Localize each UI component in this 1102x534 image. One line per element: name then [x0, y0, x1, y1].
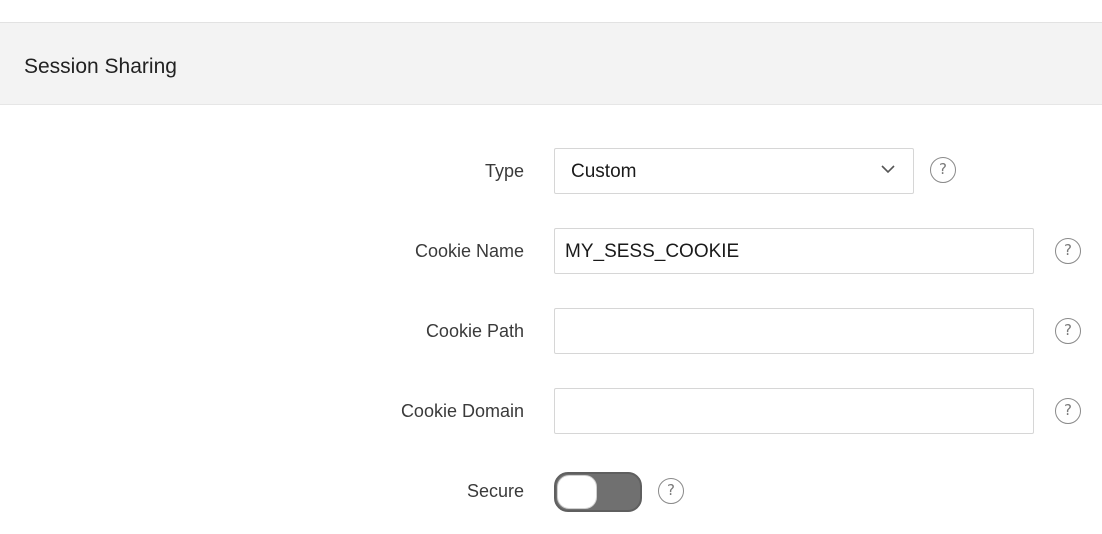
cookie-domain-input[interactable]	[554, 388, 1034, 434]
form-row-type: Type Custom ?	[0, 148, 1102, 196]
secure-toggle[interactable]	[554, 472, 642, 512]
top-divider	[0, 0, 1102, 23]
secure-help-icon[interactable]: ?	[658, 478, 684, 504]
type-select[interactable]: Custom	[554, 148, 914, 194]
cookie-name-label: Cookie Name	[414, 241, 524, 261]
cookie-path-input[interactable]	[554, 308, 1034, 354]
cookie-path-label: Cookie Path	[425, 321, 524, 341]
toggle-knob	[557, 475, 597, 509]
secure-label: Secure	[466, 481, 524, 501]
form-row-cookie-path: Cookie Path ?	[0, 308, 1102, 356]
type-select-value: Custom	[571, 161, 637, 182]
type-help-icon[interactable]: ?	[930, 157, 956, 183]
cookie-path-help-icon[interactable]: ?	[1055, 318, 1081, 344]
cookie-name-help-icon[interactable]: ?	[1055, 238, 1081, 264]
cookie-domain-help-icon[interactable]: ?	[1055, 398, 1081, 424]
form-row-cookie-name: Cookie Name MY_SESS_COOKIE ?	[0, 228, 1102, 276]
region-header: Session Sharing	[0, 23, 1102, 105]
cookie-domain-label: Cookie Domain	[400, 401, 524, 421]
form-row-cookie-domain: Cookie Domain ?	[0, 388, 1102, 436]
chevron-down-icon	[881, 165, 895, 174]
cookie-name-input[interactable]: MY_SESS_COOKIE	[554, 228, 1034, 274]
type-label: Type	[484, 161, 524, 181]
form-row-secure: Secure ?	[0, 468, 1102, 516]
region-title: Session Sharing	[24, 55, 177, 78]
